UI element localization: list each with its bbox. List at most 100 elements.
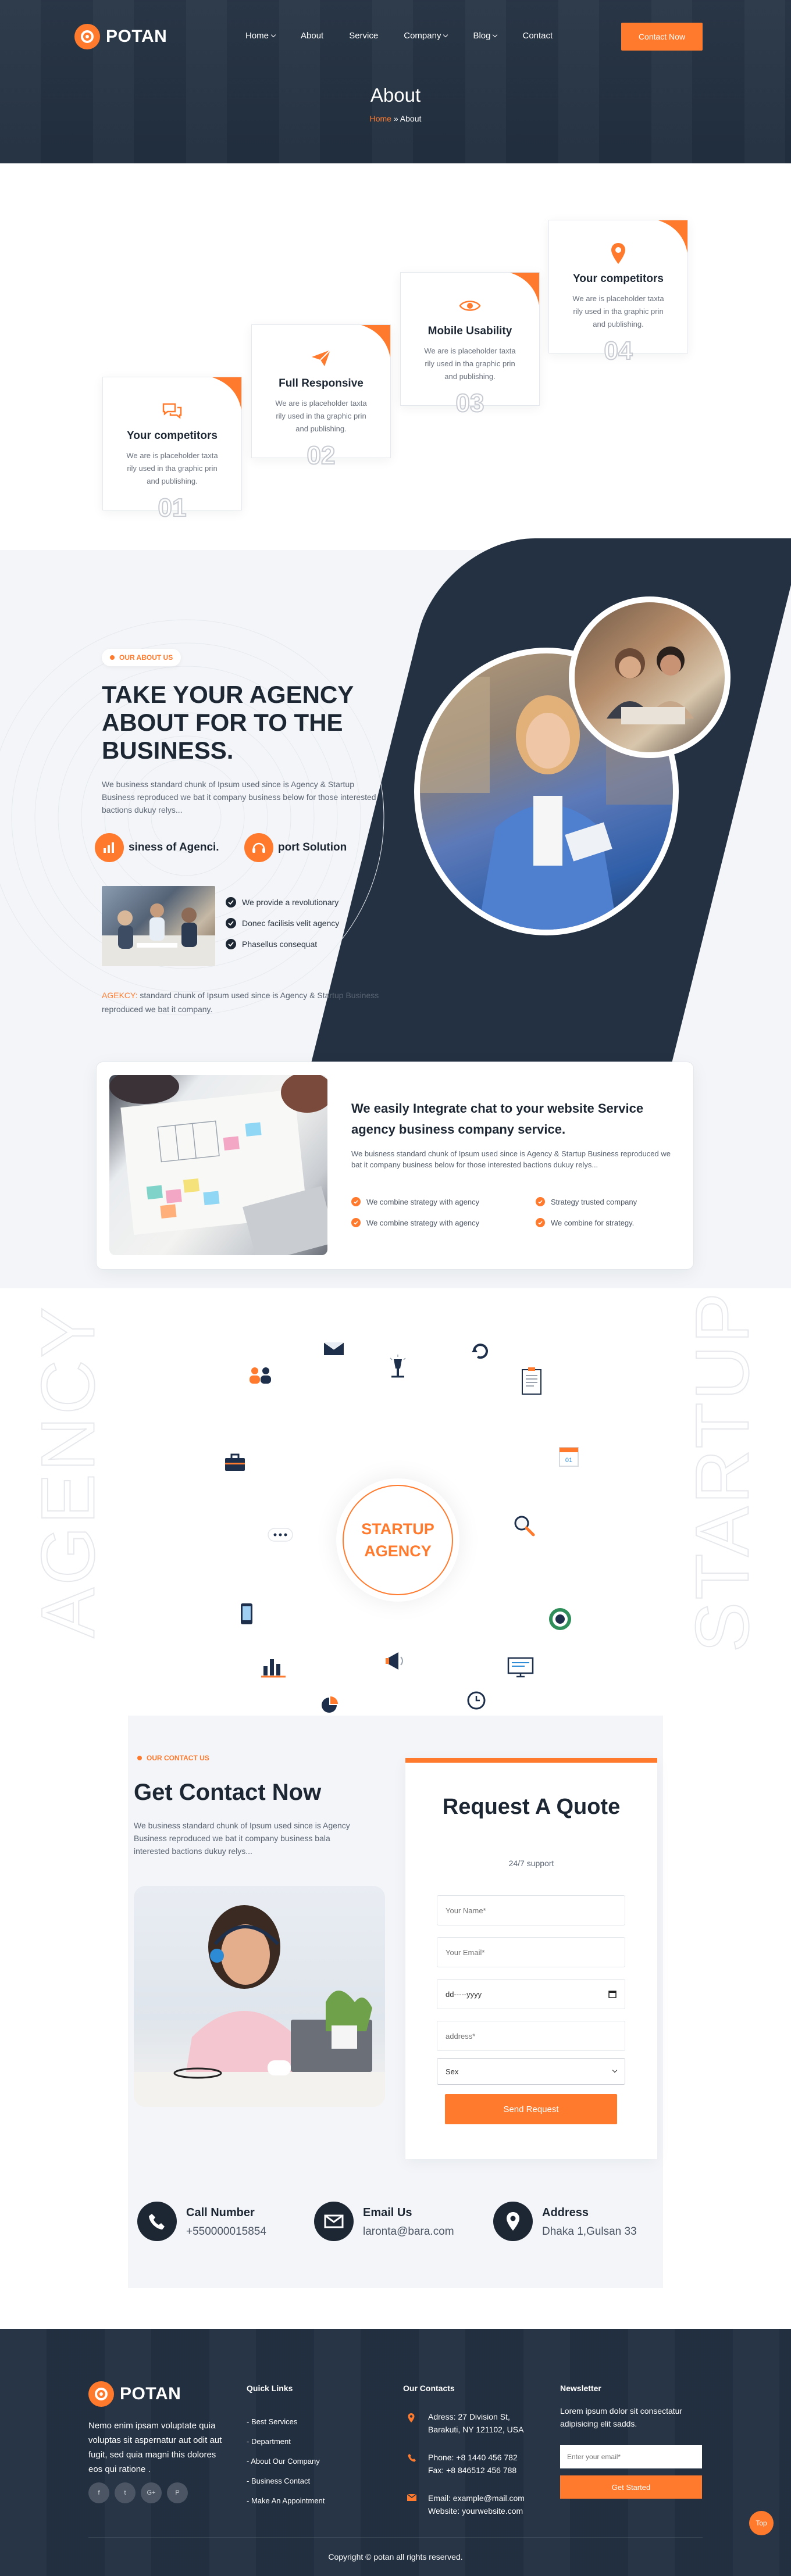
nav-contact-label: Contact	[522, 31, 553, 41]
agency-outline-word: AGENCY	[25, 1304, 111, 1638]
feature-text: We are is placeholder taxta rily used in…	[275, 399, 367, 433]
pinterest-icon[interactable]: P	[167, 2482, 188, 2503]
feature-card[interactable]: Your competitors We are is placeholder t…	[102, 377, 242, 523]
newsletter-email-input[interactable]	[560, 2445, 702, 2468]
megaphone-icon	[380, 1644, 414, 1678]
info-value: laronta@bara.com	[363, 2225, 454, 2238]
send-request-button[interactable]: Send Request	[445, 2094, 617, 2124]
quick-link[interactable]: - Best Services	[247, 2411, 325, 2431]
startup-outline-word: STARTUP	[679, 1290, 765, 1653]
date-input[interactable]: dd-----yyyy	[437, 1979, 625, 2009]
nav-blog[interactable]: Blog	[473, 31, 498, 41]
sex-select[interactable]: Sex	[437, 2058, 625, 2085]
feature-card[interactable]: Your competitors We are is placeholder t…	[548, 220, 688, 366]
list-item: We combine for strategy.	[536, 1218, 634, 1227]
email-icon	[407, 2492, 420, 2517]
footer-email: Email: example@mail.com Website: yourwebs…	[407, 2492, 525, 2517]
quick-link[interactable]: - Department	[247, 2431, 325, 2451]
chevron-down-icon	[612, 2067, 618, 2073]
contact-tag: OUR CONTACT US	[137, 1754, 209, 1762]
corner-accent-icon	[361, 325, 390, 358]
nav-service[interactable]: Service	[349, 31, 378, 41]
contact-tag-label: OUR CONTACT US	[147, 1754, 209, 1762]
quick-links-title: Quick Links	[247, 2384, 293, 2393]
contact-section: OUR CONTACT US Get Contact Now We busine…	[0, 1716, 791, 2309]
twitter-icon[interactable]: t	[115, 2482, 136, 2503]
logo[interactable]: POTAN	[74, 24, 167, 49]
phone-icon	[407, 2451, 420, 2477]
svg-text:01: 01	[565, 1457, 572, 1464]
quick-link[interactable]: - About Our Company	[247, 2451, 325, 2471]
logo-icon	[74, 24, 100, 49]
calendar-icon	[608, 1991, 617, 1998]
footer-address: Adress: 27 Division St, Barakuti, NY 1211…	[407, 2410, 523, 2436]
check-icon	[226, 918, 236, 928]
footer-email-line[interactable]: Email: example@mail.com	[428, 2492, 525, 2504]
integrate-item-label: We combine for strategy.	[551, 1218, 635, 1227]
quick-link[interactable]: - Business Contact	[247, 2471, 325, 2491]
eye-icon	[458, 294, 482, 318]
breadcrumb-home[interactable]: Home	[370, 114, 391, 123]
call-number-info[interactable]: Call Number +550000015854	[137, 2202, 266, 2241]
email-icon	[314, 2202, 354, 2241]
name-input[interactable]	[437, 1895, 625, 1925]
date-input-placeholder: dd-----yyyy	[446, 1989, 482, 1999]
service-box-support[interactable]: port Solution	[244, 833, 347, 862]
headset-icon	[244, 833, 273, 862]
feature-number: 02	[307, 441, 336, 470]
planning-photo	[109, 1075, 327, 1255]
integrate-card: We easily Integrate chat to your website…	[96, 1062, 694, 1270]
get-started-button[interactable]: Get Started	[560, 2475, 702, 2499]
bar-chart-icon	[256, 1649, 290, 1682]
social-links: f t G+ P	[88, 2482, 188, 2503]
footer-logo[interactable]: POTAN	[88, 2381, 181, 2407]
nav-about[interactable]: About	[301, 31, 323, 41]
feature-title: Your competitors	[573, 273, 664, 285]
address-info[interactable]: Address Dhaka 1,Gulsan 33	[493, 2202, 637, 2241]
quick-link[interactable]: - Make An Appointment	[247, 2491, 325, 2510]
service-box-business[interactable]: siness of Agenci.	[95, 833, 219, 862]
refresh-icon	[464, 1334, 497, 1367]
footer-divider	[88, 2537, 703, 2538]
chat-bubbles-icon	[160, 398, 184, 423]
feature-title: Your competitors	[127, 430, 218, 442]
copyright: Copyright © potan all rights reserved.	[328, 2552, 463, 2561]
google-plus-icon[interactable]: G+	[141, 2482, 162, 2503]
decorative-rings	[0, 619, 384, 1016]
chevron-down-icon	[493, 32, 498, 37]
back-to-top-button[interactable]: Top	[749, 2511, 774, 2535]
search-icon	[508, 1509, 541, 1543]
badge-line-2: AGENCY	[364, 1542, 432, 1560]
nav-company[interactable]: Company	[404, 31, 448, 41]
about-checklist: We provide a revolutionary Donec facilis…	[226, 892, 339, 955]
nav-contact[interactable]: Contact	[522, 31, 553, 41]
about-tag: OUR ABOUT US	[102, 649, 181, 666]
service-box-label: siness of Agenci.	[129, 841, 219, 853]
feature-card[interactable]: Mobile Usability We are is placeholder t…	[400, 272, 540, 418]
check-icon	[536, 1218, 545, 1227]
agency-note: AGEKCY: standard chunk of Ipsum used sin…	[102, 988, 404, 1016]
list-item: Strategy trusted company	[536, 1197, 637, 1206]
menu: Home About Service Company Blog Contact	[245, 31, 578, 41]
footer-address-line: Barakuti, NY 121102, USA	[428, 2425, 524, 2434]
check-icon	[226, 897, 236, 908]
bar-chart-icon	[95, 833, 124, 862]
breadcrumb-current: About	[400, 114, 422, 123]
contact-now-button[interactable]: Contact Now	[621, 23, 703, 51]
chevron-down-icon	[443, 32, 448, 37]
email-info[interactable]: Email Us laronta@bara.com	[314, 2202, 454, 2241]
facebook-icon[interactable]: f	[88, 2482, 109, 2503]
about-heading: TAKE YOUR AGENCY ABOUT FOR TO THE BUSINE…	[102, 681, 354, 764]
address-input[interactable]	[437, 2021, 625, 2051]
nav-home-label: Home	[245, 31, 269, 41]
support-agent-photo	[134, 1886, 385, 2107]
email-input[interactable]	[437, 1937, 625, 1967]
nav-home[interactable]: Home	[245, 31, 276, 41]
list-item: Donec facilisis velit agency	[226, 913, 339, 934]
map-pin-icon	[407, 2410, 420, 2436]
feature-number: 04	[604, 336, 633, 366]
newsletter-description: Lorem ipsum dolor sit consectatur adipis…	[560, 2406, 683, 2428]
feature-card[interactable]: Full Responsive We are is placeholder ta…	[251, 324, 391, 470]
orbit-section: AGENCY STARTUP 01 STARTUP AGENCY	[0, 1288, 791, 1716]
footer-website-line[interactable]: Website: yourwebsite.com	[428, 2504, 525, 2517]
